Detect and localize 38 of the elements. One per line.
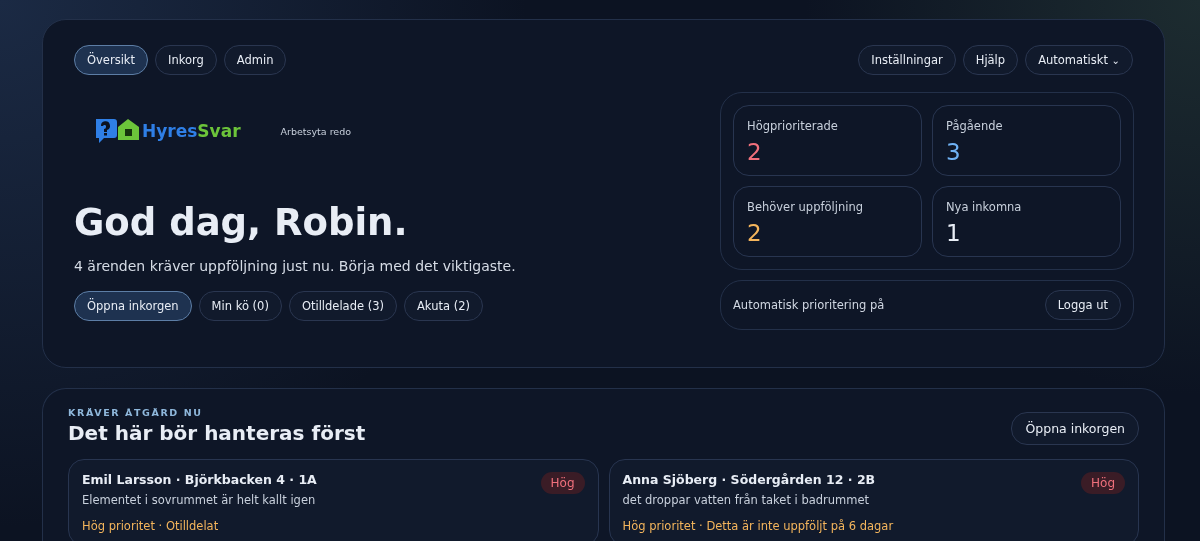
logo-icon: [94, 117, 142, 145]
stat-value: 2: [747, 220, 763, 246]
stat-label: Nya inkomna: [946, 200, 1023, 214]
case-title: Emil Larsson · Björkbacken 4 · 1A: [82, 472, 317, 487]
priority-tag: Hög: [1081, 472, 1125, 494]
case-meta: Hög prioritet · Detta är inte uppföljt på 6 dagar: [622, 519, 895, 533]
nav-tab[interactable]: Inkorg: [155, 45, 217, 75]
logout-button[interactable]: Logga ut: [1044, 290, 1121, 320]
logo: HyresSvar: [94, 117, 241, 145]
open-inbox-button[interactable]: Öppna inkorgen: [1011, 412, 1139, 445]
header-button[interactable]: Inställningar: [858, 45, 956, 75]
stat-label: Pågående: [946, 119, 1004, 133]
stat-label: Högprioriterade: [747, 119, 839, 133]
workspace-status: Arbetsyta redo: [280, 125, 352, 137]
filter-button[interactable]: Öppna inkorgen: [74, 291, 192, 321]
section-title: Det här bör hanteras först: [68, 421, 366, 445]
section-eyebrow: KRÄVER ÅTGÄRD NU: [68, 407, 204, 418]
filter-button[interactable]: Min kö (0): [198, 291, 282, 321]
case-description: Elementet i sovrummet är helt kallt igen: [82, 493, 317, 507]
filter-button[interactable]: Akuta (2): [404, 291, 483, 321]
stat-label: Behöver uppföljning: [747, 200, 864, 214]
case-description: det droppar vatten från taket i badrummet: [622, 493, 871, 507]
stat-value: 1: [946, 220, 962, 246]
greeting: God dag, Robin.: [74, 201, 409, 244]
filter-button[interactable]: Otilldelade (3): [288, 291, 397, 321]
mode-dropdown[interactable]: Automatiskt ⌄: [1025, 45, 1133, 75]
case-title: Anna Sjöberg · Södergården 12 · 2B: [622, 472, 876, 487]
auto-priority-text: Automatisk prioritering på: [733, 298, 885, 312]
nav-tab[interactable]: Översikt: [74, 45, 149, 75]
stat-value: 3: [946, 139, 962, 165]
stat-value: 2: [747, 139, 763, 165]
case-card[interactable]: Emil Larsson · Björkbacken 4 · 1A Elementet i sovrummet är helt kallt igen Hög Hög prioritet · Otilldelat: [68, 459, 599, 541]
header-button[interactable]: Hjälp: [962, 45, 1019, 75]
nav-tab[interactable]: Admin: [223, 45, 287, 75]
case-card[interactable]: Anna Sjöberg · Södergården 12 · 2B det droppar vatten från taket i badrummet Hög Hög prioritet · Detta är inte uppföljt på 6 dagar: [608, 459, 1139, 541]
summary-text: 4 ärenden kräver uppföljning just nu. Börja med det viktigaste.: [74, 258, 516, 274]
priority-tag: Hög: [540, 472, 585, 494]
case-meta: Hög prioritet · Otilldelat: [82, 519, 220, 533]
